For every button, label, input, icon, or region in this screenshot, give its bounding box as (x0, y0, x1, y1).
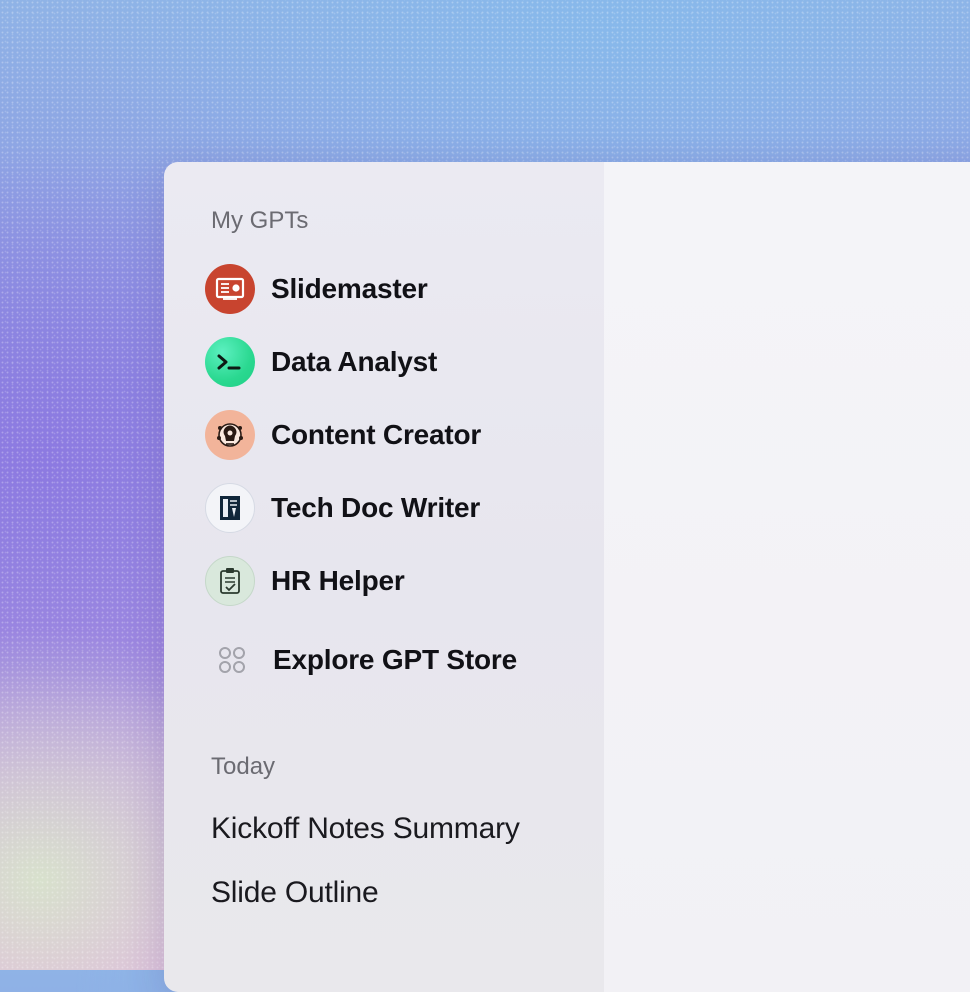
gpt-label: Slidemaster (271, 273, 428, 304)
gpt-label: HR Helper (271, 565, 405, 596)
grid-dots-icon (212, 640, 252, 680)
gpt-item-data-analyst[interactable]: Data Analyst (205, 336, 437, 388)
gpt-label: Content Creator (271, 419, 482, 450)
chat-item-slide-outline[interactable]: Slide Outline (211, 876, 379, 910)
terminal-icon (205, 337, 255, 387)
gpt-item-tech-doc-writer[interactable]: Tech Doc Writer (205, 482, 480, 534)
explore-label: Explore GPT Store (273, 644, 517, 675)
gpt-item-slidemaster[interactable]: Slidemaster (205, 263, 428, 315)
idea-head-icon (205, 410, 255, 460)
explore-gpt-store-link[interactable]: Explore GPT Store (212, 634, 517, 686)
today-heading: Today (211, 753, 276, 780)
gpt-label: Tech Doc Writer (271, 492, 481, 523)
gpt-item-hr-helper[interactable]: HR Helper (205, 555, 405, 607)
slides-icon (205, 264, 255, 314)
gpt-label: Data Analyst (271, 346, 438, 377)
app-window: My GPTs Slidemaster Data Analyst Content… (164, 162, 970, 992)
main-panel (604, 162, 970, 992)
gpt-item-content-creator[interactable]: Content Creator (205, 409, 481, 461)
clipboard-check-icon (205, 556, 255, 606)
my-gpts-heading: My GPTs (211, 207, 309, 234)
chat-item-kickoff-notes-summary[interactable]: Kickoff Notes Summary (211, 812, 520, 846)
sidebar: My GPTs Slidemaster Data Analyst Content… (164, 162, 604, 992)
document-pen-icon (205, 483, 255, 533)
